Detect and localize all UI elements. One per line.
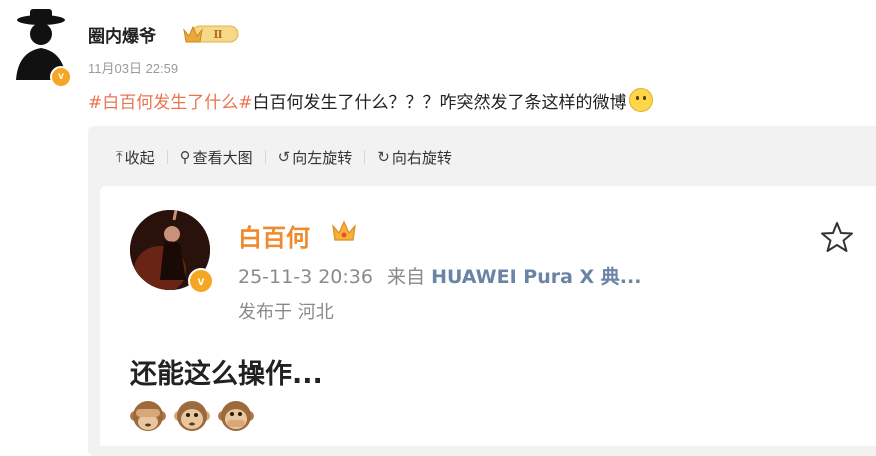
rotate-left-label: 向左旋转 <box>292 148 353 167</box>
toolbar-divider <box>364 150 366 164</box>
speak-no-evil-monkey-icon <box>218 401 254 431</box>
collapse-label: 收起 <box>124 148 155 167</box>
level-badge: Ⅱ <box>182 22 240 44</box>
toolbar-divider <box>264 150 266 164</box>
view-large-label: 查看大图 <box>192 148 253 167</box>
rotate-right-button[interactable]: ↻ 向右旋转 <box>377 147 452 168</box>
hear-no-evil-monkey-icon <box>174 401 210 431</box>
level-badge-text: Ⅱ <box>213 28 222 41</box>
collapse-icon: ⤒ <box>116 148 123 166</box>
embedded-from-prefix: 来自 <box>387 266 426 288</box>
rotate-left-button[interactable]: ↺ 向左旋转 <box>278 147 353 168</box>
rotate-right-label: 向右旋转 <box>391 148 452 167</box>
magnifier-icon: ⚲ <box>179 148 191 166</box>
image-toolbar: ⤒ 收起 ⚲ 查看大图 ↺ 向左旋转 ↻ 向右旋转 <box>116 146 452 168</box>
rotate-right-icon: ↻ <box>377 148 390 166</box>
embedded-post-text: 还能这么操作... <box>130 359 323 390</box>
toolbar-divider <box>166 150 168 164</box>
post-body-text: 白百何发生了什么？？？咋突然发了条这样的微博 <box>252 93 627 113</box>
embedded-meta: 25-11-3 20:36 来自 HUAWEI Pura X 典... <box>238 262 641 289</box>
star-icon <box>820 220 854 254</box>
embedded-author-name: 白百何 <box>238 224 310 252</box>
hashtag-link[interactable]: #白百何发生了什么# <box>88 93 253 113</box>
embedded-source: HUAWEI Pura X 典... <box>431 266 642 288</box>
embedded-verified-badge: v <box>188 268 214 294</box>
author-name[interactable]: 圈内爆爷 <box>88 22 156 47</box>
post-text: #白百何发生了什么#白百何发生了什么？？？咋突然发了条这样的微博 <box>88 88 653 113</box>
see-no-evil-monkey-icon <box>130 401 166 431</box>
thinking-emoji-icon <box>628 88 653 112</box>
post-time[interactable]: 11月03日 22:59 <box>88 58 178 77</box>
rotate-left-icon: ↺ <box>277 148 291 166</box>
collapse-button[interactable]: ⤒ 收起 <box>116 147 155 168</box>
view-large-button[interactable]: ⚲ 查看大图 <box>180 147 253 168</box>
embedded-location: 发布于 河北 <box>238 302 334 323</box>
embedded-emoji-row <box>130 398 254 434</box>
crown-icon <box>330 218 358 244</box>
embedded-datetime: 25-11-3 20:36 <box>238 266 373 288</box>
verified-badge: v <box>50 66 72 88</box>
